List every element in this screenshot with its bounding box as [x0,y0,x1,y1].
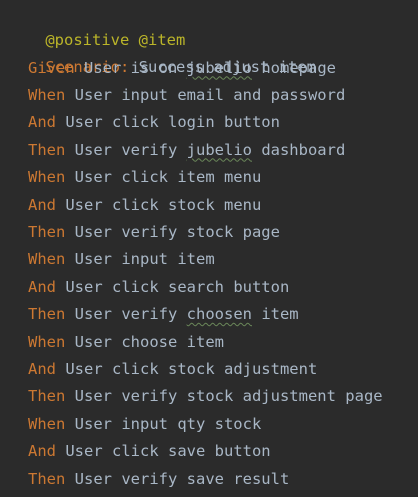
step-line[interactable]: Then User verify jubelio dashboard [28,137,345,164]
step-keyword: And [28,277,56,296]
step-keyword: When [28,85,66,104]
step-keyword: Then [28,305,66,324]
step-typo-word: choosen [186,305,252,324]
step-keyword: When [28,414,66,433]
step-text: User input qty stock [74,414,262,433]
step-keyword: Given [28,58,75,77]
step-line[interactable]: And User click save button [28,438,271,465]
step-keyword: When [28,168,66,187]
step-text-tail: dashboard [251,140,346,159]
step-keyword: And [28,113,56,132]
step-line[interactable]: And User click search button [28,274,289,301]
step-line[interactable]: Then User verify stock adjustment page [28,383,383,410]
step-line[interactable]: When User input item [28,246,215,273]
step-keyword: Then [28,469,66,488]
step-text: User verify stock adjustment page [74,387,383,406]
step-text: User input email and password [74,85,346,104]
tags-line[interactable]: @positive @item [8,0,185,49]
step-keyword: And [28,195,56,214]
step-text: User click stock menu [65,195,262,214]
step-typo-word: jubelio [186,58,252,77]
gherkin-editor[interactable]: @positive @item Scenario: Success adjust… [0,0,418,497]
step-text: User input item [74,250,215,269]
step-text: User verify stock page [74,222,280,241]
step-line[interactable]: Then User verify stock page [28,219,280,246]
step-text: User click save button [65,442,271,461]
step-text: User verify [74,305,187,324]
step-line[interactable]: When User choose item [28,329,224,356]
step-keyword: Then [28,222,66,241]
step-text: User click item menu [74,168,262,187]
step-line[interactable]: When User input email and password [28,82,345,109]
step-typo-word: jubelio [186,140,252,159]
step-keyword: When [28,250,66,269]
step-text: User click stock adjustment [65,359,318,378]
step-text: User click search button [65,277,290,296]
step-line[interactable]: When User input qty stock [28,411,261,438]
step-line[interactable]: And User click stock menu [28,192,261,219]
step-text: User is on [84,58,187,77]
step-keyword: And [28,442,56,461]
scenario-line[interactable]: Scenario: Success adjust item [8,27,316,76]
step-line[interactable]: And User click login button [28,109,280,136]
step-text: User verify [74,140,187,159]
step-line[interactable]: Then User verify save result [28,466,289,493]
step-keyword: Then [28,387,66,406]
step-keyword: Then [28,140,66,159]
step-text: User click login button [65,113,280,132]
step-keyword: And [28,359,56,378]
step-keyword: When [28,332,66,351]
step-line[interactable]: Then User verify choosen item [28,301,299,328]
step-line[interactable]: Given User is on jubelio homepage [28,55,336,82]
step-text: User choose item [74,332,224,351]
step-text-tail: item [251,305,299,324]
step-line[interactable]: And User click stock adjustment [28,356,317,383]
step-text-tail: homepage [252,58,336,77]
step-line[interactable]: When User click item menu [28,164,261,191]
step-text: User verify save result [74,469,290,488]
